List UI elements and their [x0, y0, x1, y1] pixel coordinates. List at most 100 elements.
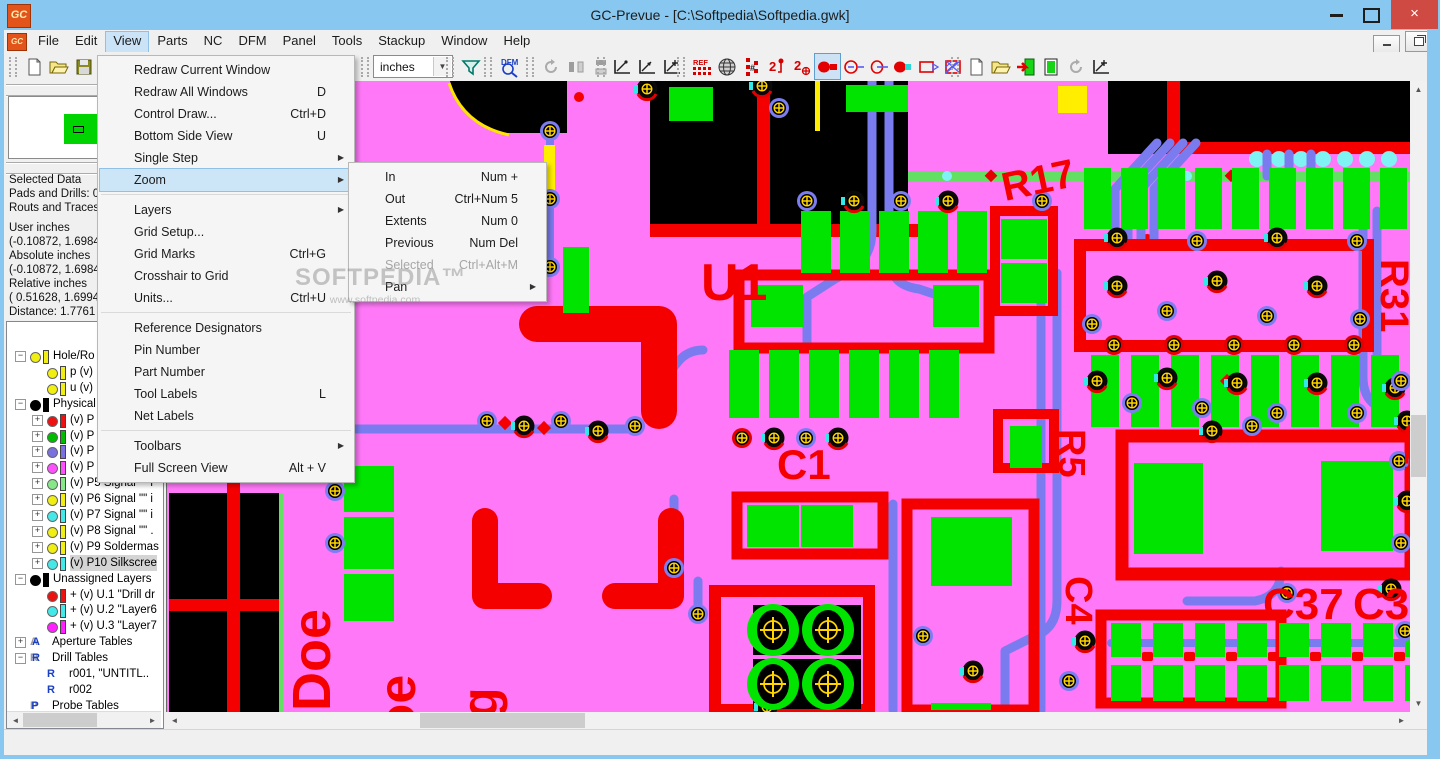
- new-file-button-2[interactable]: [963, 54, 988, 79]
- pad-circle-button[interactable]: [866, 54, 891, 79]
- scroll-left-icon[interactable]: ◄: [166, 712, 183, 729]
- menu-item-crosshair-to-grid[interactable]: Crosshair to Grid: [100, 265, 352, 287]
- hscroll-thumb[interactable]: [420, 713, 585, 728]
- expand-icon[interactable]: +: [32, 430, 43, 442]
- toolbar-grip[interactable]: [446, 56, 454, 77]
- plot-origin-button[interactable]: [609, 54, 634, 79]
- menu-item-layers[interactable]: Layers ▶: [100, 199, 352, 221]
- toolbar-grip[interactable]: [951, 56, 959, 77]
- tree-hscroll-thumb[interactable]: [23, 713, 97, 727]
- expand-icon[interactable]: +: [32, 414, 43, 426]
- expand-icon[interactable]: +: [32, 446, 43, 458]
- expand-icon[interactable]: +: [32, 462, 43, 474]
- tree-item-13[interactable]: + (v) P10 Silkscree: [7, 554, 163, 571]
- menu-item-single-step[interactable]: Single Step ▶: [100, 147, 352, 169]
- horizontal-scrollbar[interactable]: ◄ ►: [166, 712, 1410, 729]
- globe-button[interactable]: [714, 54, 739, 79]
- menu-item-grid-marks[interactable]: Grid Marks Ctrl+G: [100, 243, 352, 265]
- menubar-item-dfm[interactable]: DFM: [230, 31, 274, 51]
- menu-item-control-draw-[interactable]: Control Draw... Ctrl+D: [100, 103, 352, 125]
- minimize-icon[interactable]: [1330, 14, 1343, 17]
- close-button[interactable]: ×: [1391, 0, 1438, 29]
- tree-item-21[interactable]: Rr002: [7, 682, 163, 698]
- tool-labels-button[interactable]: 2: [789, 54, 814, 79]
- expand-icon[interactable]: +: [32, 478, 43, 490]
- open-file-button[interactable]: [46, 54, 71, 79]
- dfm-inspect-button[interactable]: DFM: [496, 54, 521, 79]
- tree-item-9[interactable]: + (v) P6 Signal "" i: [7, 491, 163, 508]
- menubar-item-file[interactable]: File: [30, 31, 67, 51]
- toolbar-grip[interactable]: [526, 56, 534, 77]
- tree-item-10[interactable]: + (v) P7 Signal "" i: [7, 507, 163, 523]
- expand-icon[interactable]: +: [32, 494, 43, 506]
- menu-item-toolbars[interactable]: Toolbars ▶: [100, 435, 352, 457]
- menubar-item-view[interactable]: View: [105, 31, 150, 53]
- tree-hscrollbar[interactable]: ◄ ►: [7, 711, 161, 728]
- tree-item-18[interactable]: + AA Aperture Tables: [7, 634, 163, 650]
- document-logo-icon[interactable]: GC: [7, 33, 27, 51]
- menu-item-grid-setup-[interactable]: Grid Setup...: [100, 221, 352, 243]
- menu-item-redraw-all-windows[interactable]: Redraw All Windows D: [100, 81, 352, 103]
- collapse-icon[interactable]: −: [15, 351, 26, 362]
- maximize-icon[interactable]: [1363, 8, 1380, 23]
- collapse-icon[interactable]: −: [15, 398, 26, 410]
- pad-rect-arrow-button[interactable]: [916, 54, 941, 79]
- expand-icon[interactable]: +: [15, 637, 26, 649]
- menu-item-net-labels[interactable]: Net Labels: [100, 405, 352, 427]
- zoom-item-out[interactable]: Out Ctrl+Num 5: [351, 188, 544, 210]
- menu-item-part-number[interactable]: Part Number: [100, 361, 352, 383]
- menu-item-tool-labels[interactable]: Tool Labels L: [100, 383, 352, 405]
- menu-item-zoom[interactable]: Zoom ▶: [99, 168, 353, 192]
- tree-item-17[interactable]: + (v) U.3 "Layer7: [7, 618, 163, 635]
- collapse-icon[interactable]: −: [15, 653, 26, 665]
- plot-add-button-2[interactable]: [1088, 54, 1113, 79]
- rotate-button-2-disabled[interactable]: [1063, 54, 1088, 79]
- save-button[interactable]: [71, 54, 96, 79]
- pad-circle-stub-button[interactable]: [841, 54, 866, 79]
- toolbar-grip[interactable]: [484, 56, 492, 77]
- open-file-button-2[interactable]: [988, 54, 1013, 79]
- pin-number-button[interactable]: #: [739, 54, 764, 79]
- menubar-item-help[interactable]: Help: [495, 31, 538, 51]
- flip-horizontal-button-disabled[interactable]: [563, 54, 588, 79]
- part-number-button[interactable]: 2: [764, 54, 789, 79]
- menubar-item-stackup[interactable]: Stackup: [370, 31, 433, 51]
- toolbar-grip[interactable]: [361, 56, 369, 77]
- menu-item-pin-number[interactable]: Pin Number: [100, 339, 352, 361]
- toolbar-grip[interactable]: [597, 56, 605, 77]
- expand-icon[interactable]: +: [32, 541, 43, 553]
- tree-item-14[interactable]: − Unassigned Layers: [7, 571, 163, 587]
- zoom-item-pan[interactable]: Pan ▶: [351, 276, 544, 298]
- filter-button[interactable]: [458, 54, 483, 79]
- menubar-item-parts[interactable]: Parts: [149, 31, 195, 51]
- layer-view-button[interactable]: [1038, 54, 1063, 79]
- new-file-button[interactable]: [21, 54, 46, 79]
- import-layer-button[interactable]: [1013, 54, 1038, 79]
- scroll-up-icon[interactable]: ▲: [1410, 81, 1427, 98]
- menu-item-units-[interactable]: Units... Ctrl+U: [100, 287, 352, 309]
- tree-item-15[interactable]: + (v) U.1 "Drill dr: [7, 587, 163, 603]
- pad-ellipse-rect-button-selected[interactable]: [814, 53, 841, 80]
- scroll-right-icon[interactable]: ►: [1393, 712, 1410, 729]
- vertical-scrollbar[interactable]: ▲ ▼: [1410, 81, 1427, 729]
- tree-item-20[interactable]: Rr001, "UNTITL..: [7, 666, 163, 682]
- zoom-item-extents[interactable]: Extents Num 0: [351, 210, 544, 232]
- vscroll-thumb[interactable]: [1411, 415, 1426, 477]
- menubar-item-nc[interactable]: NC: [196, 31, 231, 51]
- plot-extents-button[interactable]: [634, 54, 659, 79]
- rotate-button-disabled[interactable]: [538, 54, 563, 79]
- menubar-item-panel[interactable]: Panel: [275, 31, 324, 51]
- menu-item-redraw-current-window[interactable]: Redraw Current Window: [100, 59, 352, 81]
- expand-icon[interactable]: +: [32, 525, 43, 537]
- zoom-item-previous[interactable]: Previous Num Del: [351, 232, 544, 254]
- scroll-right-icon[interactable]: ►: [144, 712, 161, 728]
- menubar-item-window[interactable]: Window: [433, 31, 495, 51]
- tree-item-11[interactable]: + (v) P8 Signal "" .: [7, 523, 163, 539]
- units-select[interactable]: inches ▼: [373, 55, 453, 78]
- toolbar-grip[interactable]: [677, 56, 685, 77]
- menubar-item-tools[interactable]: Tools: [324, 31, 370, 51]
- expand-icon[interactable]: +: [32, 557, 43, 569]
- tree-item-16[interactable]: + (v) U.2 "Layer6: [7, 602, 163, 619]
- menubar-item-edit[interactable]: Edit: [67, 31, 105, 51]
- tree-item-12[interactable]: + (v) P9 Soldermas: [7, 539, 163, 555]
